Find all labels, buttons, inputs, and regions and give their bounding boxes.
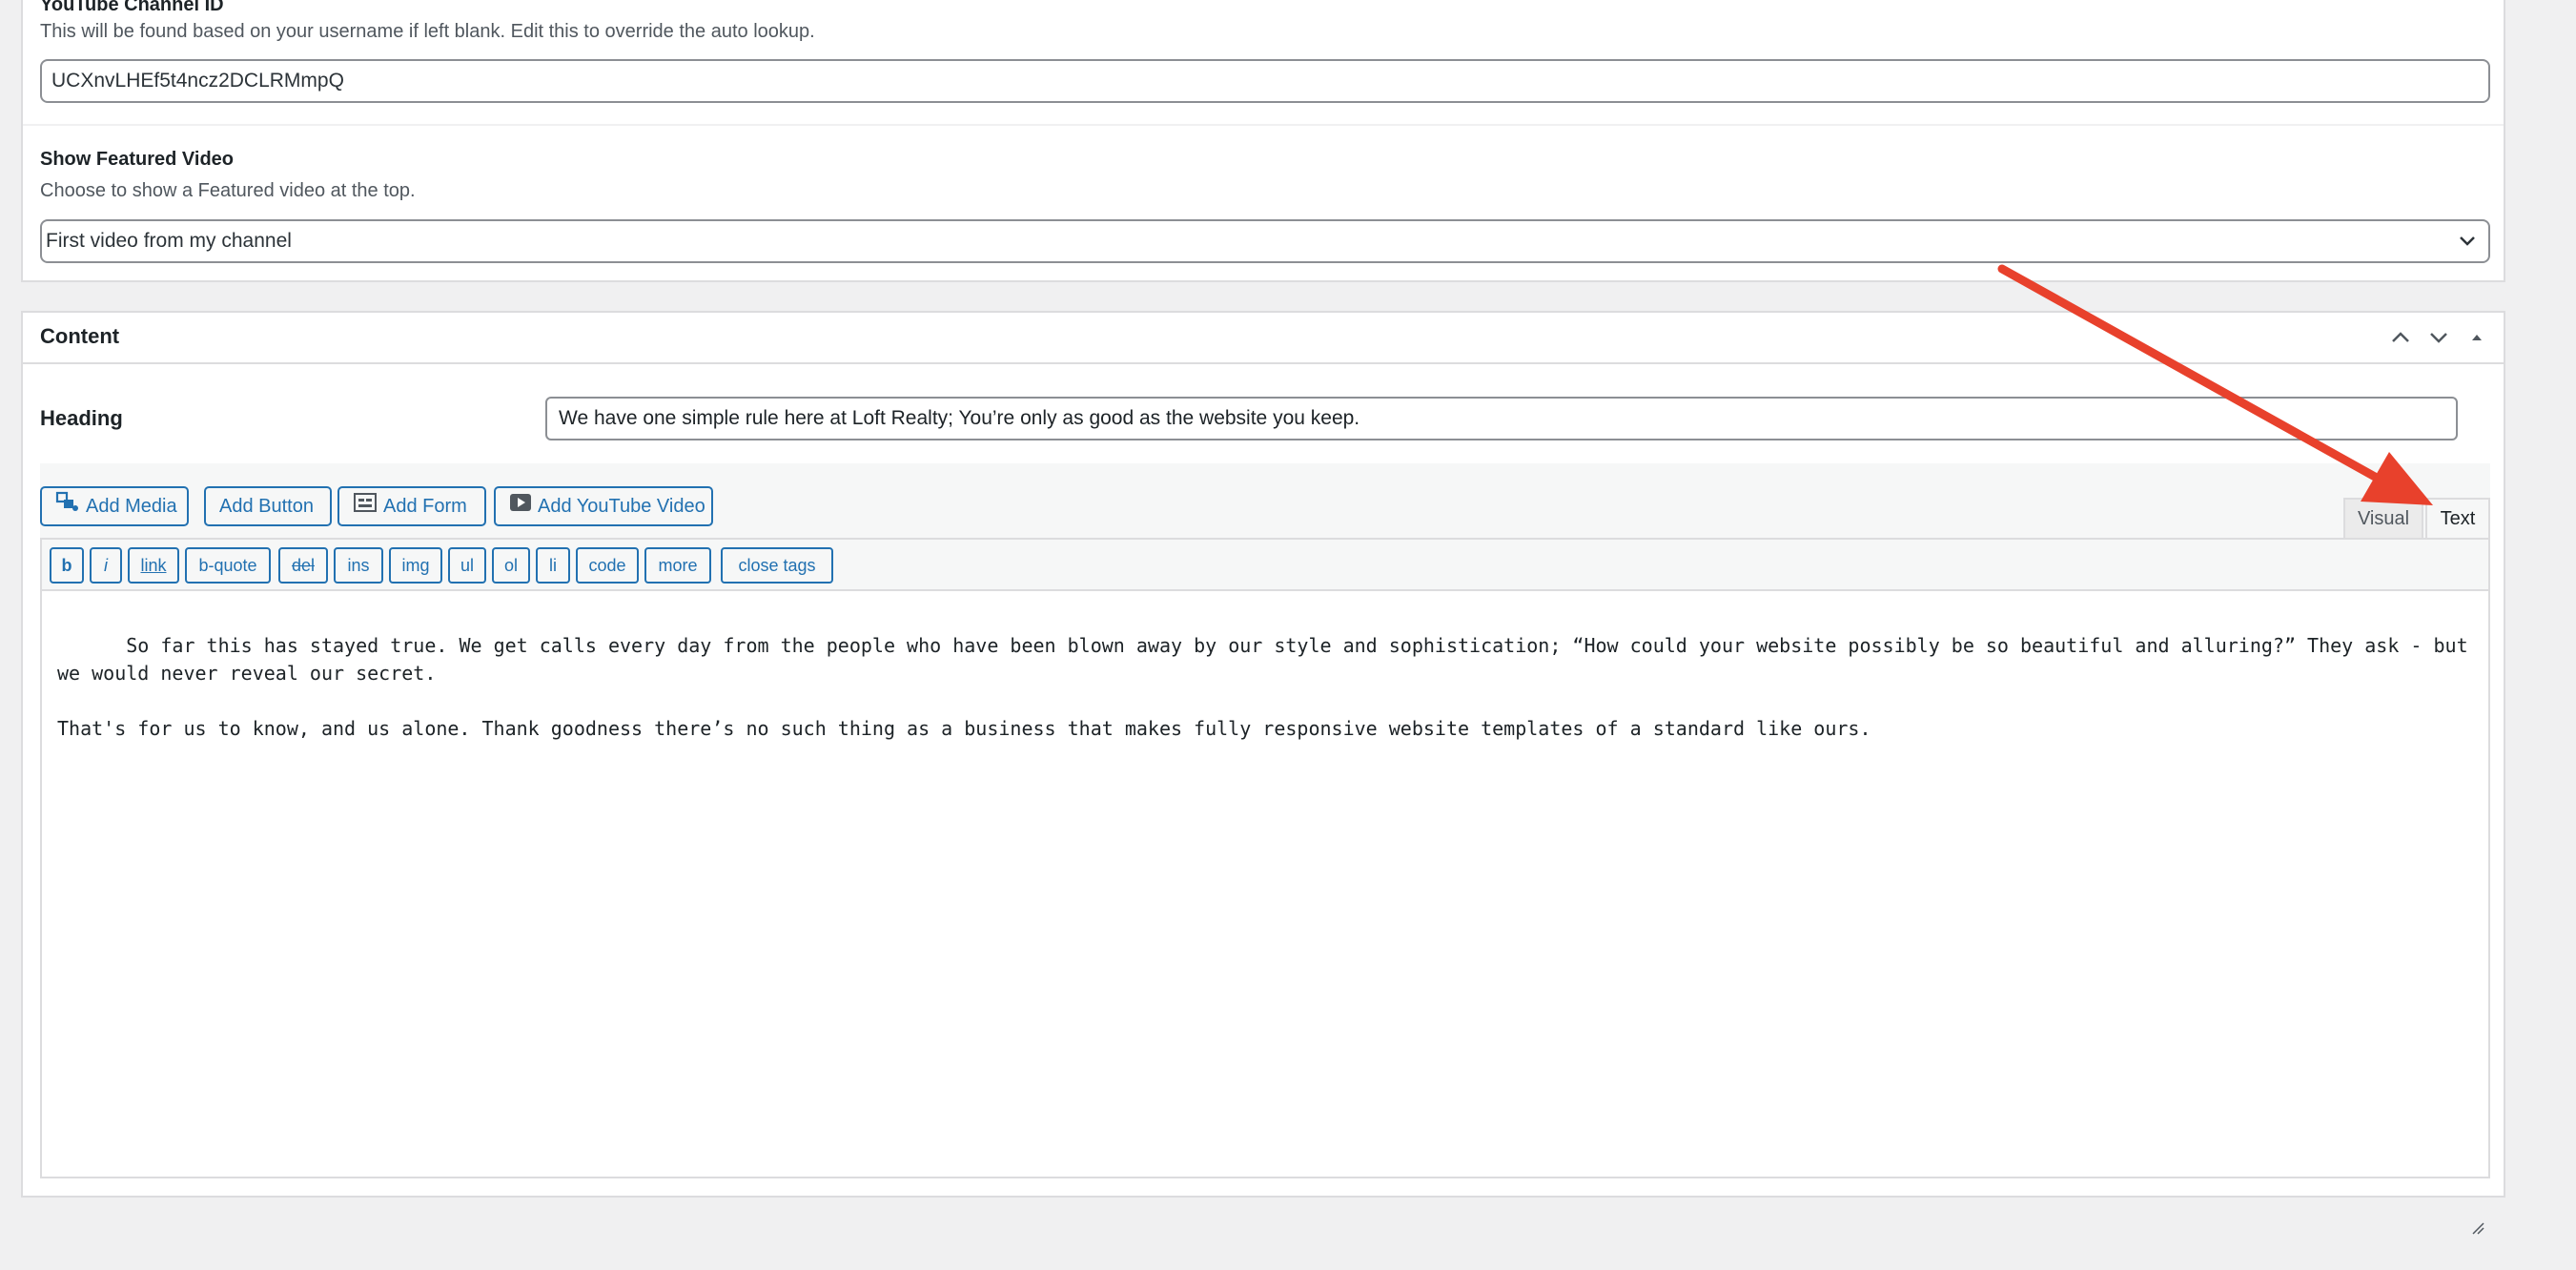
featured-video-selected-value: First video from my channel — [46, 230, 292, 252]
add-media-label: Add Media — [86, 496, 177, 517]
ul-button[interactable]: ul — [448, 547, 486, 584]
editor-area: Add Media Add Button Add Form Add YouTub… — [40, 463, 2490, 1235]
move-up-icon[interactable] — [2385, 322, 2416, 353]
form-icon — [353, 489, 378, 525]
bold-button[interactable]: b — [50, 547, 84, 584]
ol-button[interactable]: ol — [492, 547, 530, 584]
resize-handle-icon[interactable] — [2471, 1159, 2484, 1235]
add-button-label: Add Button — [219, 496, 314, 517]
channel-id-input[interactable]: UCXnvLHEf5t4ncz2DCLRMmpQ — [40, 59, 2490, 103]
italic-button[interactable]: i — [90, 547, 122, 584]
content-panel-title: Content — [40, 324, 120, 348]
add-youtube-label: Add YouTube Video — [538, 496, 705, 517]
code-button[interactable]: code — [576, 547, 639, 584]
divider — [23, 124, 2504, 126]
ins-button[interactable]: ins — [334, 547, 383, 584]
add-button-button[interactable]: Add Button — [204, 486, 332, 526]
editor-content: So far this has stayed true. We get call… — [57, 634, 2468, 740]
del-button[interactable]: del — [278, 547, 328, 584]
img-button[interactable]: img — [389, 547, 442, 584]
link-button[interactable]: link — [128, 547, 179, 584]
move-down-icon[interactable] — [2423, 322, 2454, 353]
more-button[interactable]: more — [644, 547, 711, 584]
quicktags-toolbar: b i link b-quote del ins img ul ol li co… — [40, 538, 2490, 591]
add-form-label: Add Form — [383, 496, 467, 517]
chevron-down-icon — [2458, 221, 2477, 276]
youtube-play-icon — [509, 489, 532, 525]
tab-visual[interactable]: Visual — [2343, 498, 2423, 538]
editor-textarea[interactable]: So far this has stayed true. We get call… — [40, 591, 2490, 1235]
featured-video-select[interactable]: First video from my channel — [40, 219, 2490, 263]
bquote-button[interactable]: b-quote — [185, 547, 271, 584]
content-panel: Content Heading We have one simple rule … — [21, 311, 2505, 1235]
add-form-button[interactable]: Add Form — [337, 486, 486, 526]
channel-id-description: This will be found based on your usernam… — [40, 21, 815, 42]
heading-label: Heading — [40, 406, 123, 430]
youtube-settings-panel: YouTube Channel ID This will be found ba… — [21, 0, 2505, 282]
heading-input[interactable]: We have one simple rule here at Loft Rea… — [545, 397, 2458, 440]
li-button[interactable]: li — [536, 547, 570, 584]
tab-text[interactable]: Text — [2425, 498, 2490, 538]
content-panel-header: Content — [23, 313, 2504, 364]
featured-video-description: Choose to show a Featured video at the t… — [40, 180, 416, 201]
close-tags-button[interactable]: close tags — [721, 547, 833, 584]
add-youtube-video-button[interactable]: Add YouTube Video — [494, 486, 713, 526]
channel-id-label: YouTube Channel ID — [40, 0, 224, 15]
featured-video-label: Show Featured Video — [40, 149, 234, 170]
media-icon — [55, 489, 80, 525]
collapse-toggle-icon[interactable] — [2462, 322, 2492, 353]
add-media-button[interactable]: Add Media — [40, 486, 189, 526]
